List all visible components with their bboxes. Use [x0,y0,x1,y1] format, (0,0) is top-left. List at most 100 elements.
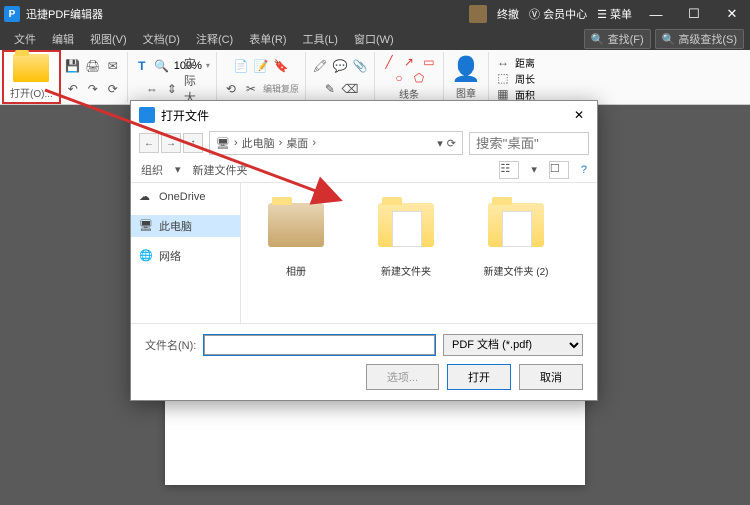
network-icon: 🌐 [139,249,153,263]
help-icon[interactable]: ? [581,164,587,176]
folder-icon [378,203,434,247]
app-title: 迅捷PDF编辑器 [26,6,469,22]
minimize-button[interactable]: — [642,7,670,22]
refresh-icon[interactable]: ⟳ [447,137,456,150]
nav-back-button[interactable]: ← [139,133,159,153]
account-name[interactable]: 终撤 [497,6,519,22]
dialog-logo-icon [139,107,155,123]
filename-input[interactable] [204,335,435,355]
titlebar: P 迅捷PDF编辑器 终撤 Ⓥ 会员中心 ☰ 菜单 — ☐ ✕ [0,0,750,28]
refresh-icon[interactable]: ⟳ [105,81,121,97]
pencil-icon[interactable]: ✎ [322,81,338,97]
menubar: 文件 编辑 视图(V) 文档(D) 注释(C) 表单(R) 工具(L) 窗口(W… [0,28,750,50]
menu-edit[interactable]: 编辑 [44,29,82,49]
text-icon[interactable]: 📝 [253,58,269,74]
breadcrumb[interactable]: 🖥 › 此电脑 › 桌面 › ▾ ⟳ [209,131,463,155]
zoom-out-icon[interactable]: 🔍 [154,58,170,74]
dialog-sidebar: ☁OneDrive 🖥此电脑 🌐网络 [131,183,241,323]
dialog-nav: ← → ↑ 🖥 › 此电脑 › 桌面 › ▾ ⟳ [131,129,597,157]
page-tool-group: 📄 📝 🔖 ⟲ ✂ 编辑复原 [217,52,306,102]
fit-height-icon[interactable]: ⇕ [164,81,180,97]
dialog-toolbar: 组织▾ 新建文件夹 ☷▾ ☐ ? [131,157,597,183]
avatar[interactable] [469,5,487,23]
circle-icon[interactable]: ○ [391,70,407,86]
search-input[interactable] [469,132,589,155]
menu-tools[interactable]: 工具(L) [295,29,346,49]
dialog-titlebar: 打开文件 ✕ [131,101,597,129]
sidebar-item-network[interactable]: 🌐网络 [131,245,240,267]
cloud-icon: ☁ [139,190,153,204]
menu-form[interactable]: 表单(R) [241,29,294,49]
perimeter-icon[interactable]: ⬚ [495,70,511,86]
menu-view[interactable]: 视图(V) [82,29,135,49]
advanced-find-button[interactable]: 🔍 高级查找(S) [655,29,744,49]
open-tool-group[interactable]: 打开(O)... [2,50,61,104]
highlight-icon[interactable]: 🖍 [312,58,328,74]
save-tool-group: 💾 🖨 ✉ ↶ ↷ ⟳ [59,52,128,102]
note-icon[interactable]: 💬 [332,58,348,74]
organize-button[interactable]: 组织 [141,162,163,178]
close-button[interactable]: ✕ [718,6,746,22]
shapes-tool-group: ╱ ↗ ▭ ○ ⬠ 线条 [375,52,444,102]
sidebar-item-onedrive[interactable]: ☁OneDrive [131,187,240,207]
folder-icon [488,203,544,247]
find-button[interactable]: 🔍 查找(F) [584,29,651,49]
mail-icon[interactable]: ✉ [105,58,121,74]
save-icon[interactable]: 💾 [65,58,81,74]
options-button[interactable]: 选项... [366,364,439,390]
pc-icon: 🖥 [139,219,153,233]
distance-icon[interactable]: ↔ [495,54,511,70]
nav-forward-button[interactable]: → [161,133,181,153]
stamp-big-icon[interactable]: 👤 [450,54,482,85]
page-icon[interactable]: 📄 [233,58,249,74]
menu-file[interactable]: 文件 [6,29,44,49]
open-label: 打开(O)... [10,85,53,100]
attach-icon[interactable]: 📎 [352,58,368,74]
fit-width-icon[interactable]: ⇔ [144,81,160,97]
menu-annotate[interactable]: 注释(C) [188,29,241,49]
rotate-icon[interactable]: ⟲ [223,81,239,97]
annotate-tool-group: 🖍 💬 📎 ✎ ⌫ [306,52,375,102]
cancel-button[interactable]: 取消 [519,364,583,390]
sidebar-item-this-pc[interactable]: 🖥此电脑 [131,215,240,237]
preview-pane-button[interactable]: ☐ [549,161,569,179]
maximize-button[interactable]: ☐ [680,6,708,22]
crop-icon[interactable]: ✂ [243,81,259,97]
toolbar: 打开(O)... 💾 🖨 ✉ ↶ ↷ ⟳ T 🔍 100% ▾ ⇔ ⇕ 实际大小… [0,50,750,105]
stamp-icon[interactable]: 🔖 [273,58,289,74]
menu-window[interactable]: 窗口(W) [346,29,402,49]
redo-icon[interactable]: ↷ [85,81,101,97]
folder-icon [268,203,324,247]
line-label: 线条 [399,86,419,101]
app-logo-icon: P [4,6,20,22]
eraser-icon[interactable]: ⌫ [342,81,358,97]
measure-tool-group: ↔距离 ⬚周长 ▦面积 [489,52,541,102]
file-item-album[interactable]: 相册 [251,193,341,313]
filename-label: 文件名(N): [145,337,196,353]
arrow-icon[interactable]: ↗ [401,54,417,70]
dialog-bottom: 文件名(N): PDF 文档 (*.pdf) 选项... 打开 取消 [131,323,597,400]
print-icon[interactable]: 🖨 [85,58,101,74]
file-filter-select[interactable]: PDF 文档 (*.pdf) [443,334,583,356]
member-center-link[interactable]: Ⓥ 会员中心 [529,6,587,22]
nav-up-button[interactable]: ↑ [183,133,203,153]
breadcrumb-pc-icon: 🖥 [216,137,230,150]
zoom-dropdown-icon[interactable]: ▾ [206,61,210,70]
file-item-new-folder[interactable]: 新建文件夹 [361,193,451,313]
line-icon[interactable]: ╱ [381,54,397,70]
rect-icon[interactable]: ▭ [421,54,437,70]
dialog-close-button[interactable]: ✕ [569,108,589,122]
file-list: 相册 新建文件夹 新建文件夹 (2) [241,183,597,323]
open-file-dialog: 打开文件 ✕ ← → ↑ 🖥 › 此电脑 › 桌面 › ▾ ⟳ 组织▾ 新建文件… [130,100,598,401]
actual-size-icon[interactable]: 实际大小 [184,81,200,97]
open-button[interactable]: 打开 [447,364,511,390]
menu-button[interactable]: ☰ 菜单 [597,6,632,22]
undo-icon[interactable]: ↶ [65,81,81,97]
polygon-icon[interactable]: ⬠ [411,70,427,86]
new-folder-button[interactable]: 新建文件夹 [193,162,248,178]
menu-document[interactable]: 文档(D) [135,29,188,49]
file-item-new-folder-2[interactable]: 新建文件夹 (2) [471,193,561,313]
view-mode-button[interactable]: ☷ [499,161,519,179]
font-icon[interactable]: T [134,58,150,74]
breadcrumb-dropdown-icon[interactable]: ▾ [437,137,443,150]
